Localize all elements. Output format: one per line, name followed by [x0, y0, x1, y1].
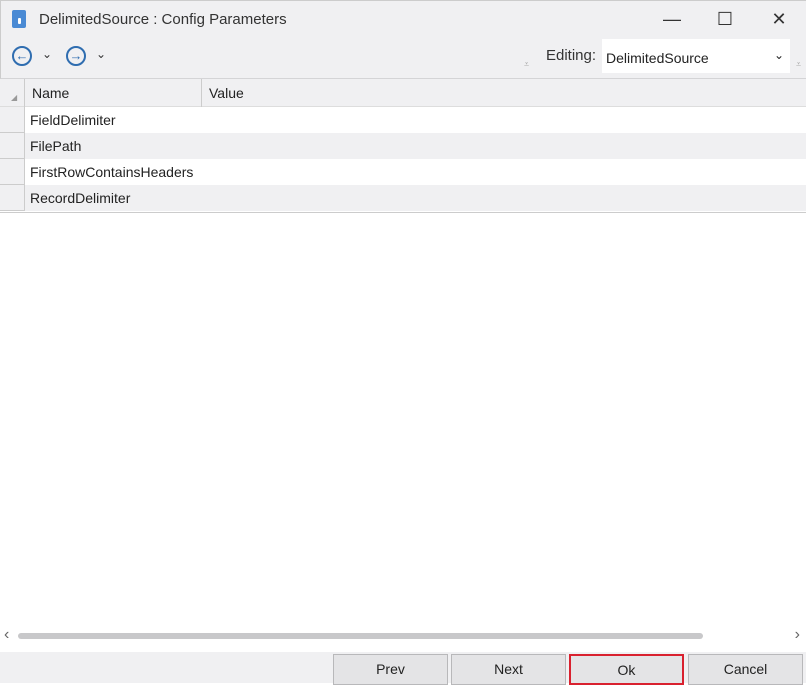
- minimize-button[interactable]: —: [657, 7, 687, 31]
- toolbar: ← ⌄ → ⌄ ⩡ Editing: DelimitedSource ⌄ ⩡: [0, 38, 806, 79]
- table-row[interactable]: FilePath: [0, 133, 806, 159]
- grid-header: ◢ Name Value: [0, 79, 806, 107]
- close-button[interactable]: ✕: [764, 7, 794, 31]
- param-name: RecordDelimiter: [30, 190, 131, 206]
- maximize-button[interactable]: ☐: [710, 7, 740, 31]
- toolbar-overflow-icon[interactable]: ⩡: [524, 59, 529, 70]
- back-history-chevron-icon[interactable]: ⌄: [42, 47, 52, 61]
- title-bar: DelimitedSource : Config Parameters — ☐ …: [0, 0, 806, 38]
- horizontal-scrollbar[interactable]: ‹ ›: [0, 626, 806, 646]
- param-name: FieldDelimiter: [30, 112, 116, 128]
- table-row[interactable]: FirstRowContainsHeaders: [0, 159, 806, 185]
- scrollbar-thumb[interactable]: [18, 633, 703, 639]
- cancel-button[interactable]: Cancel: [688, 654, 803, 685]
- parameters-grid: ◢ Name Value FieldDelimiter FilePath Fir…: [0, 79, 806, 213]
- editing-select[interactable]: DelimitedSource ⌄: [602, 39, 790, 73]
- row-header[interactable]: [0, 107, 25, 133]
- row-header[interactable]: [0, 185, 25, 211]
- forward-history-chevron-icon[interactable]: ⌄: [96, 47, 106, 61]
- chevron-down-icon: ⌄: [773, 48, 784, 62]
- prev-button[interactable]: Prev: [333, 654, 448, 685]
- toolbar-overflow-icon-right[interactable]: ⩡: [796, 59, 801, 70]
- scroll-left-icon[interactable]: ‹: [4, 626, 9, 644]
- row-header[interactable]: [0, 133, 25, 159]
- column-header-value[interactable]: Value: [202, 79, 806, 107]
- window-title: DelimitedSource : Config Parameters: [39, 11, 287, 28]
- column-header-name[interactable]: Name: [25, 79, 202, 107]
- document-icon: [12, 10, 26, 28]
- table-row[interactable]: RecordDelimiter: [0, 185, 806, 211]
- param-name: FirstRowContainsHeaders: [30, 164, 194, 180]
- ok-button[interactable]: Ok: [569, 654, 684, 685]
- param-name: FilePath: [30, 138, 82, 154]
- editing-label: Editing:: [546, 47, 597, 64]
- select-all-corner[interactable]: ◢: [0, 79, 25, 107]
- row-header[interactable]: [0, 159, 25, 185]
- next-button[interactable]: Next: [451, 654, 566, 685]
- back-button[interactable]: ←: [12, 46, 32, 66]
- editing-select-value: DelimitedSource: [606, 50, 709, 66]
- forward-button[interactable]: →: [66, 46, 86, 66]
- scroll-right-icon[interactable]: ›: [795, 626, 800, 644]
- dialog-footer: Prev Next Ok Cancel: [0, 652, 806, 685]
- table-row[interactable]: FieldDelimiter: [0, 107, 806, 133]
